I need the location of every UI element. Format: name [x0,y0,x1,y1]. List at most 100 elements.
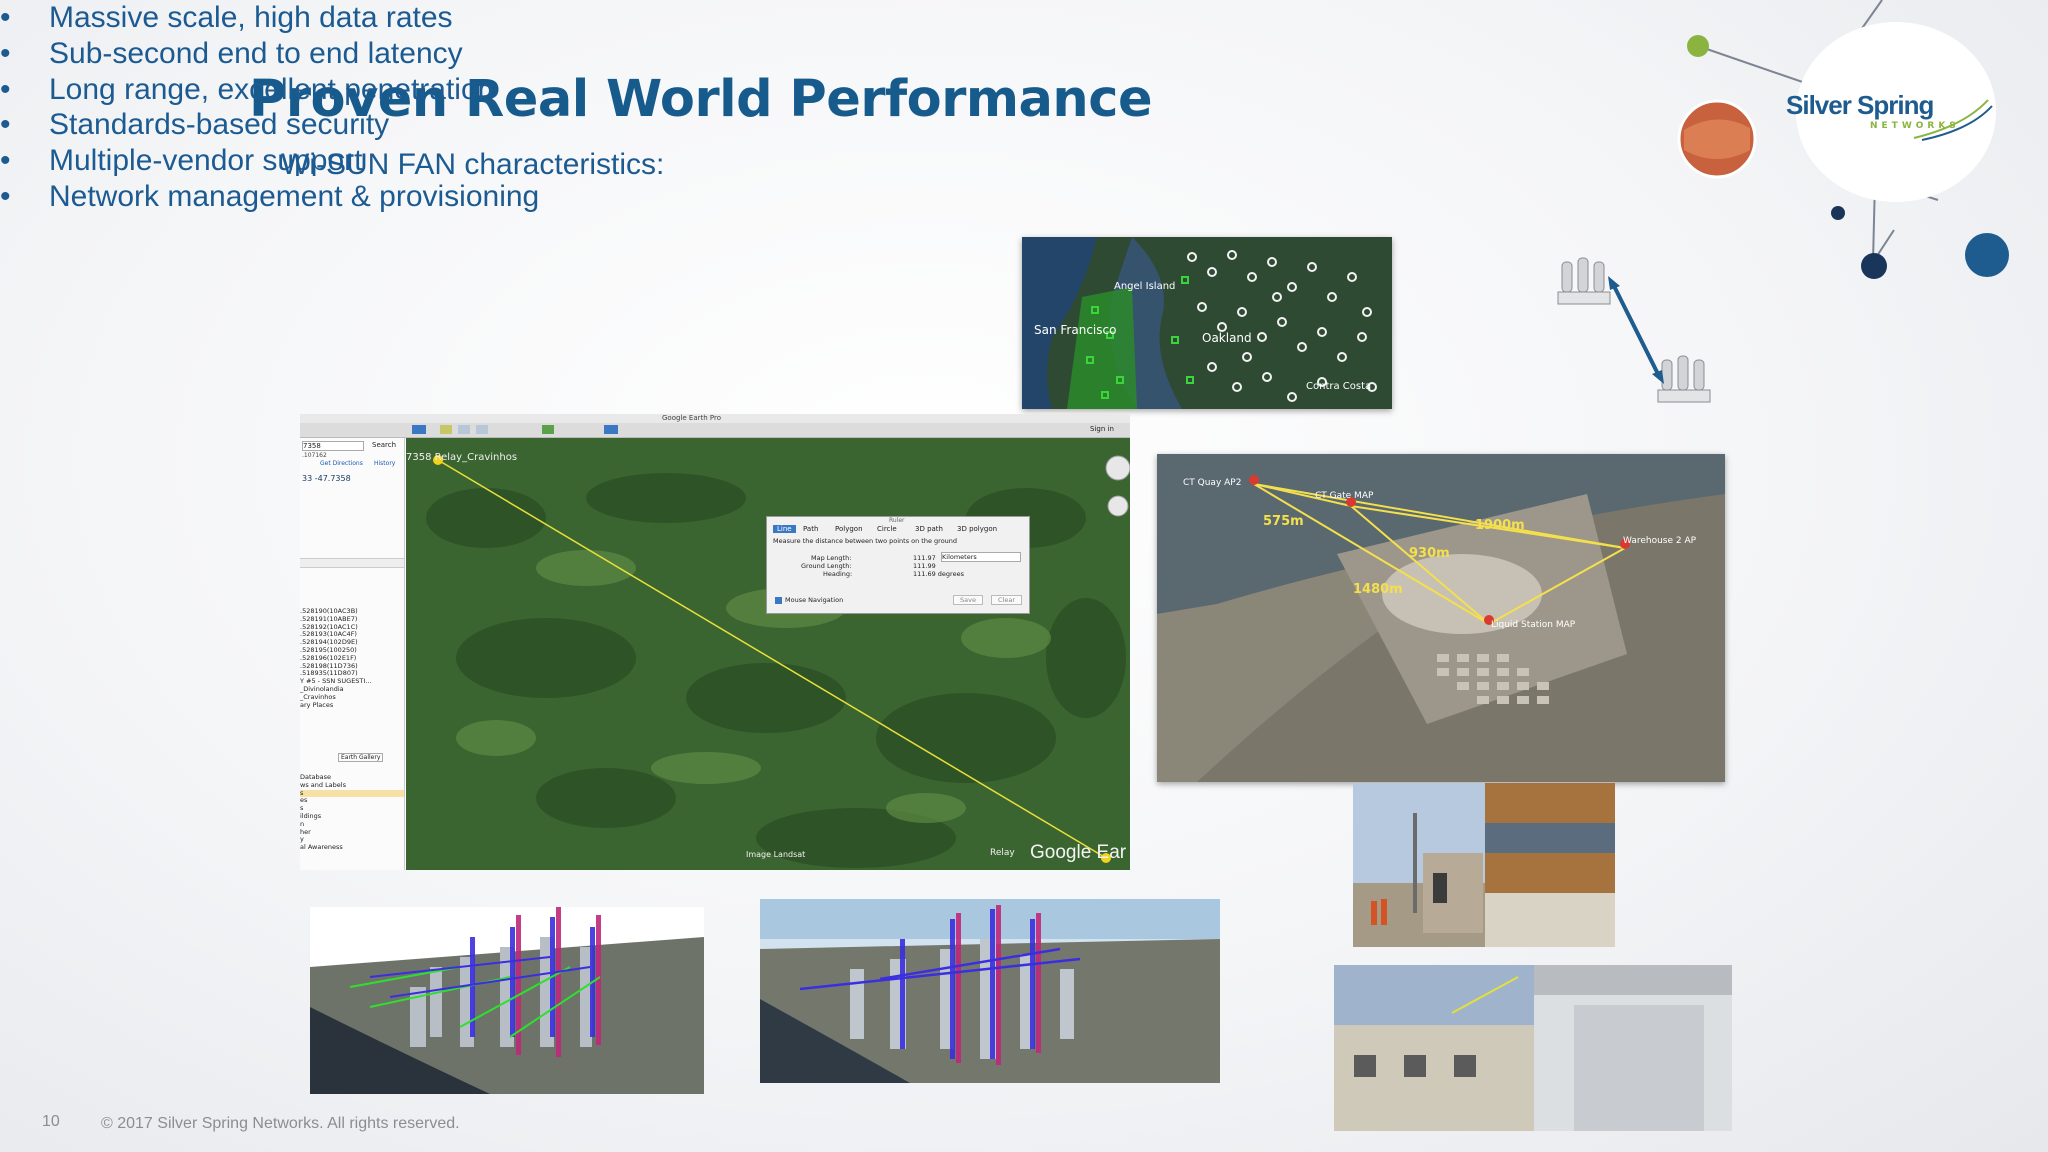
small-node-icon [1831,206,1845,220]
ruler-tabs: Line Path Polygon Circle 3D path 3D poly… [773,525,1023,535]
clear-button[interactable]: Clear [991,595,1022,605]
layer-item[interactable]: ws and Labels [300,781,404,790]
ruler-button[interactable] [604,425,618,434]
map-label: Contra Costa [1306,381,1372,392]
bullet-text: Network management & provisioning [49,179,540,213]
panel-divider [300,558,404,568]
earth-map-view[interactable]: 7358 Relay_Cravinhos Relay Image Landsat… [406,438,1130,870]
google-earth-brand: Google Ear [1030,842,1127,863]
meter-link-diagram [1557,257,1711,403]
ground-length-value: 111.99 [913,562,936,570]
bullet-glyph: • [0,144,11,178]
places-list: .528190(10AC3B) .528191(10ABE7) .528192(… [300,607,404,710]
google-earth-window: Google Earth Pro Sign in 7358 Search .10… [300,414,1130,870]
bullet-text: Long range, excellent penetration [49,72,495,106]
earth-sidebar: 7358 Search .107162 Get Directions Histo… [300,438,405,870]
save-button[interactable]: Save [953,595,983,605]
bullet-glyph: • [0,108,11,142]
layer-item[interactable]: n [300,820,404,829]
list-item[interactable]: ary Places [300,701,404,710]
port-label: Warehouse 2 AP [1623,536,1697,546]
mouse-nav-label: Mouse Navigation [785,596,844,604]
port-label: CT Quay AP2 [1183,478,1242,488]
layer-item[interactable]: her [300,828,404,837]
bullet-glyph: • [0,36,11,70]
toolbar-button[interactable] [476,425,488,434]
port-label: Liquid Station MAP [1491,620,1576,630]
unit-select[interactable]: Kilometers [941,552,1021,562]
copyright-notice: © 2017 Silver Spring Networks. All right… [101,1115,460,1132]
sign-in-link[interactable]: Sign in [1090,425,1114,433]
bullet-text: Multiple-vendor support [49,144,363,178]
ruler-tab-circle[interactable]: Circle [877,525,897,533]
node-icon [1861,253,1887,279]
window-titlebar: Google Earth Pro [300,414,1130,423]
port-label: CT Gate MAP [1315,491,1374,501]
ruler-tab-polygon[interactable]: Polygon [835,525,863,533]
bullet-text: Massive scale, high data rates [49,1,453,34]
layers-list: Database ws and Labels s es s ildings n … [300,773,404,852]
get-directions-link[interactable]: Get Directions [320,460,363,467]
bullet-text: Standards-based security [49,108,390,142]
port-aerial-graphic [1157,454,1725,782]
ruler-tab-path[interactable]: Path [803,525,818,533]
ruler-tab-3d-path[interactable]: 3D path [915,525,943,533]
site-photo-building [1334,965,1732,1131]
ruler-tab-3d-polygon[interactable]: 3D polygon [957,525,997,533]
toolbar-button[interactable] [542,425,554,434]
image-credit: Image Landsat [746,850,806,859]
earth-gallery-button[interactable]: Earth Gallery [338,753,384,762]
heading-label: Heading: [823,570,853,578]
map-length-label: Map Length: [811,554,852,562]
distance-label: 1900m [1475,518,1525,533]
toolbar-button[interactable] [458,425,470,434]
ruler-description: Measure the distance between two points … [773,537,958,545]
company-logo: Silver Spring NETWORKS [1786,90,1996,141]
toolbar-button[interactable] [412,425,426,434]
mouse-nav-checkbox[interactable] [775,597,782,604]
layer-item[interactable]: s [300,789,404,798]
nav-look-icon [1107,495,1129,517]
layer-item[interactable]: al Awareness [300,843,404,852]
nav-compass-icon [1105,455,1130,481]
meter-icon-bottom [1657,355,1711,403]
terrain-texture [406,438,1130,870]
ground-length-label: Ground Length: [801,562,852,570]
distance-label: 575m [1263,514,1304,529]
toolbar: Sign in [300,423,1130,438]
map-label: Oakland [1202,331,1252,345]
page-number: 10 [42,1113,60,1130]
ruler-dialog: Ruler Line Path Polygon Circle 3D path 3… [766,516,1030,614]
map-label: San Francisco [1034,323,1117,337]
placemark-label-right: Relay [990,848,1015,858]
logo-swoosh-icon [1913,99,1993,141]
map-label: Angel Island [1114,281,1176,292]
distance-label: 930m [1409,546,1450,561]
layer-item[interactable]: ildings [300,812,404,821]
search-button[interactable]: Search [372,441,396,449]
site-photo-containers [1353,783,1615,947]
meter-icon-top [1557,257,1611,305]
bullet-glyph: • [0,179,11,213]
bullet-text: Sub-second end to end latency [49,36,463,70]
ruler-tab-line[interactable]: Line [773,525,796,533]
blue-node-icon [1965,233,2009,277]
city-3d-render-right [760,899,1220,1083]
placemark-label: 7358 Relay_Cravinhos [406,452,518,463]
map-pin-icon [1249,475,1259,485]
coord-small: .107162 [302,452,327,459]
toolbar-button[interactable] [440,425,452,434]
history-link[interactable]: History [374,460,395,467]
green-node-icon [1687,35,1709,57]
distance-label: 1480m [1353,582,1403,597]
heading-value: 111.69 degrees [913,570,964,578]
sf-bay-map: Angel Island San Francisco Oakland Contr… [1022,237,1392,409]
port-aerial-map: CT Quay AP2 CT Gate MAP Warehouse 2 AP L… [1157,454,1725,782]
layer-item[interactable]: es [300,797,404,805]
map-length-value: 111.97 [913,554,936,562]
window-title: Google Earth Pro [662,414,722,422]
city-3d-render-left [310,907,704,1094]
ruler-header: Ruler [889,517,905,524]
coord-text: 33 -47.7358 [302,474,351,483]
search-input[interactable]: 7358 [302,441,364,451]
